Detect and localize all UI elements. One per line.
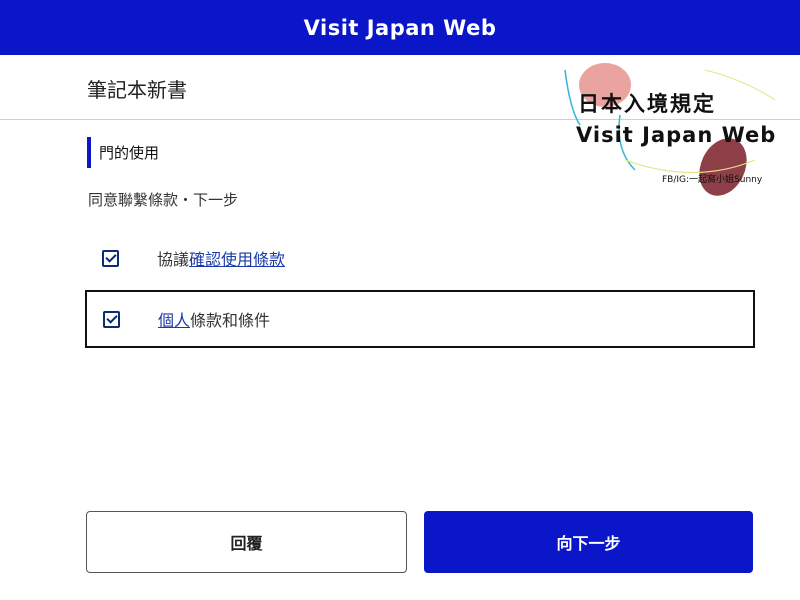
terms-of-use-link[interactable]: 確認使用條款 xyxy=(189,250,285,269)
privacy-suffix: 條款和條件 xyxy=(190,311,271,330)
privacy-checkbox[interactable] xyxy=(103,310,120,328)
terms-label: 協議確認使用條款 xyxy=(157,246,285,270)
privacy-label: 個人條款和條件 xyxy=(158,307,270,331)
next-step-button[interactable]: 向下一步 xyxy=(424,511,753,573)
personal-info-link[interactable]: 個人 xyxy=(158,311,190,330)
section-heading-label: 門的使用 xyxy=(99,144,160,162)
next-step-button-label: 向下一步 xyxy=(556,534,621,553)
back-button-label: 回覆 xyxy=(230,534,263,553)
terms-agreement-row[interactable]: 協議確認使用條款 xyxy=(85,229,755,287)
watermark-subtitle: Visit Japan Web xyxy=(576,123,777,147)
divider xyxy=(0,119,800,120)
watermark-title: 日本入境規定 xyxy=(578,92,716,116)
back-button[interactable]: 回覆 xyxy=(86,511,407,573)
instruction-text: 同意聯繫條款・下一步 xyxy=(88,191,239,209)
terms-checkbox[interactable] xyxy=(102,249,119,267)
privacy-agreement-row[interactable]: 個人條款和條件 xyxy=(85,290,755,348)
watermark-credit: FB/IG:一起窩小姐Sunny xyxy=(662,175,763,185)
terms-prefix: 協議 xyxy=(157,250,190,269)
header-title: Visit Japan Web xyxy=(303,15,497,40)
section-heading: 門的使用 xyxy=(87,137,159,168)
page-title: 筆記本新書 xyxy=(87,78,187,102)
app-header: Visit Japan Web xyxy=(0,0,800,55)
